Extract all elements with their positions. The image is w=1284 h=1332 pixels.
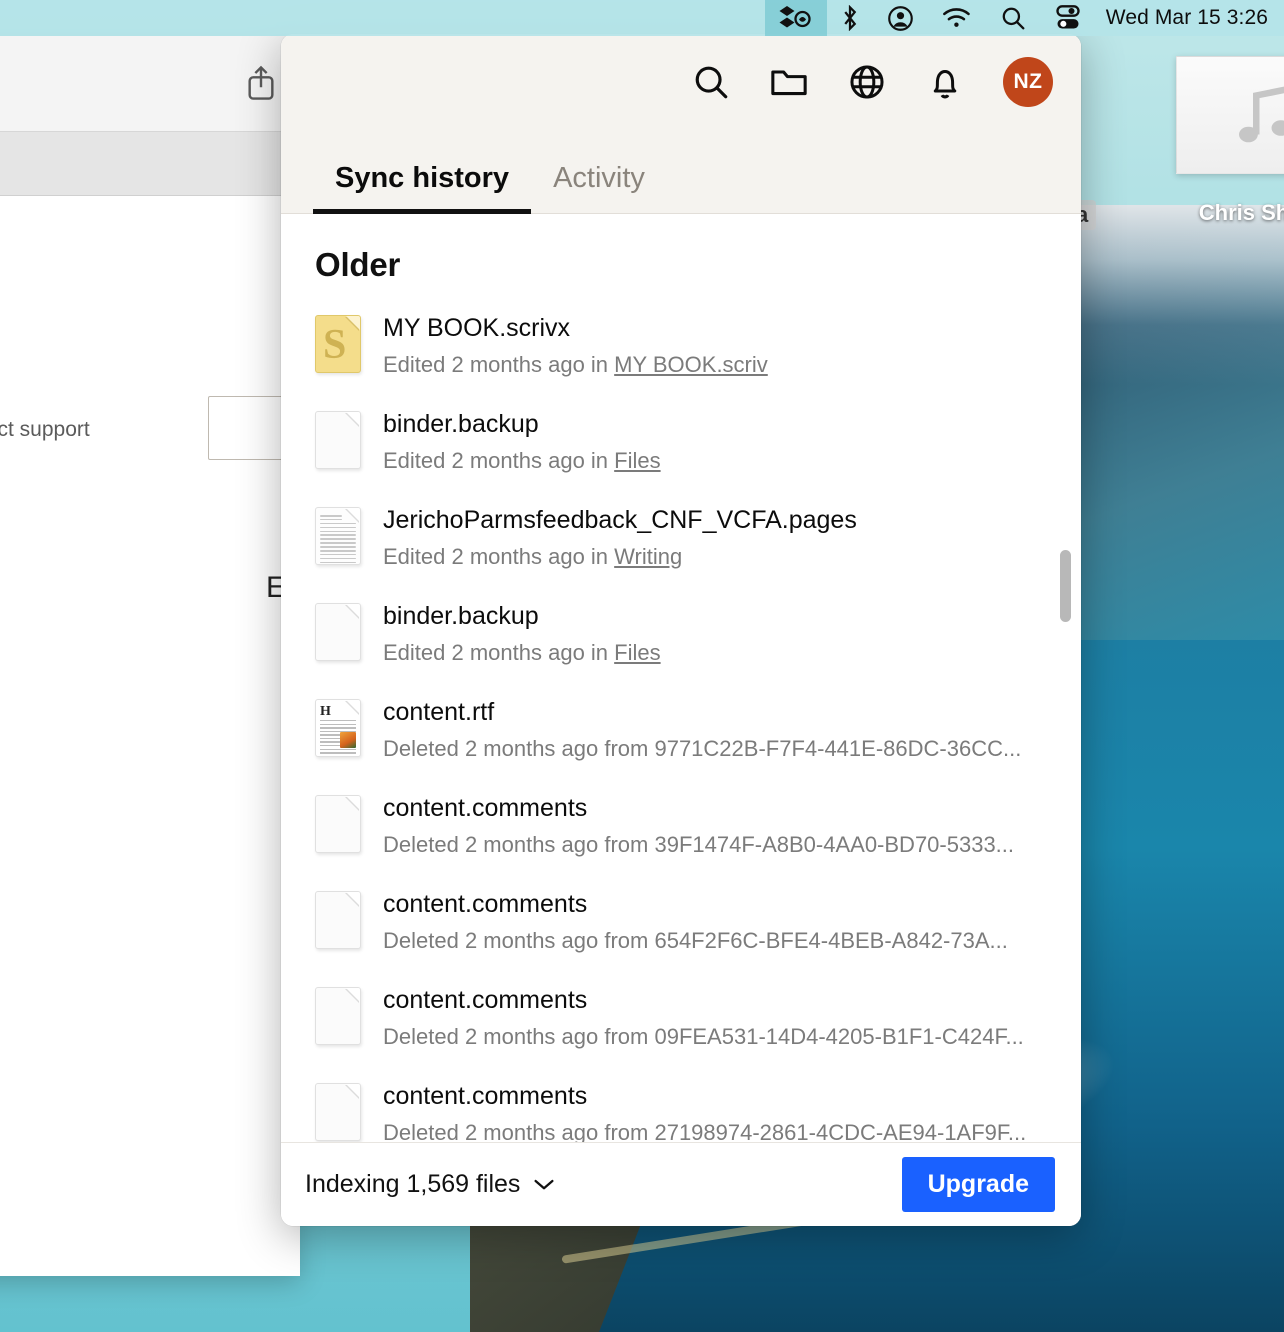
list-item[interactable]: content.comments Deleted 2 months ago fr… (281, 974, 1081, 1070)
list-item[interactable]: H content.rtf Deleted 2 months ago from … (281, 686, 1081, 782)
bluetooth-icon[interactable] (827, 0, 873, 36)
file-name: binder.backup (383, 602, 539, 630)
desktop-file-icon[interactable]: Chris Shultz. (1176, 56, 1284, 226)
section-header-older: Older (315, 246, 401, 283)
music-note-icon (1176, 56, 1284, 174)
dropbox-menu-icon[interactable] (764, 0, 827, 36)
file-meta: Edited 2 months ago in Files (383, 448, 1047, 474)
file-action: Edited 2 months ago in (383, 352, 615, 377)
file-location-link[interactable]: Files (614, 448, 660, 473)
background-window-body: tact support Si E (0, 196, 300, 1276)
scrivener-file-icon: S (315, 315, 361, 373)
file-meta: Deleted 2 months ago from 654F2F6C-BFE4-… (383, 928, 1008, 953)
tab-sync-history[interactable]: Sync history (313, 162, 532, 214)
contact-support-text[interactable]: tact support (0, 418, 90, 442)
background-window-subbar (0, 132, 300, 196)
generic-file-icon (315, 987, 361, 1045)
upgrade-button[interactable]: Upgrade (901, 1157, 1055, 1212)
share-icon[interactable] (244, 64, 278, 107)
generic-file-icon (315, 1083, 361, 1141)
file-meta: Deleted 2 months ago from 09FEA531-14D4-… (383, 1024, 1024, 1049)
tab-activity[interactable]: Activity (531, 162, 667, 213)
file-meta: Deleted 2 months ago from 9771C22B-F7F4-… (383, 736, 1022, 761)
folder-icon[interactable] (769, 62, 809, 102)
file-name: content.rtf (383, 698, 495, 726)
file-name: JerichoParmsfeedback_CNF_VCFA.pages (383, 506, 857, 534)
macos-menu-bar: Wed Mar 15 3:26 (0, 0, 1284, 36)
menu-bar-clock[interactable]: Wed Mar 15 3:26 (1096, 6, 1274, 30)
file-meta: Deleted 2 months ago from 27198974-2861-… (383, 1120, 1027, 1142)
indexing-status-label: Indexing 1,569 files (305, 1170, 521, 1198)
generic-file-icon (315, 411, 361, 469)
avatar[interactable]: NZ (1003, 57, 1053, 107)
sync-history-list: Older S MY BOOK.scrivx Edited 2 months a… (281, 214, 1081, 1142)
background-app-window[interactable]: tact support Si E (0, 36, 300, 1276)
popup-footer: Indexing 1,569 files Upgrade (281, 1142, 1081, 1226)
file-action: Edited 2 months ago in (383, 448, 615, 473)
search-icon[interactable] (691, 62, 731, 102)
list-item[interactable]: JerichoParmsfeedback_CNF_VCFA.pages Edit… (281, 494, 1081, 590)
globe-icon[interactable] (847, 62, 887, 102)
control-center-icon[interactable] (1040, 0, 1096, 36)
list-item[interactable]: content.comments Deleted 2 months ago fr… (281, 782, 1081, 878)
file-location-link[interactable]: Files (614, 640, 660, 665)
file-location-link[interactable]: Writing (614, 544, 682, 569)
file-location-link[interactable]: MY BOOK.scriv (614, 352, 768, 377)
list-item[interactable]: binder.backup Edited 2 months ago in Fil… (281, 590, 1081, 686)
desktop-file-label: Chris Shultz. (1198, 200, 1284, 225)
pages-file-icon (315, 507, 361, 565)
list-item[interactable]: content.comments Deleted 2 months ago fr… (281, 878, 1081, 974)
file-action: Edited 2 months ago in (383, 544, 615, 569)
indexing-status[interactable]: Indexing 1,569 files (305, 1170, 556, 1199)
file-action: Edited 2 months ago in (383, 640, 615, 665)
file-meta: Edited 2 months ago in MY BOOK.scriv (383, 352, 1047, 378)
file-meta: Edited 2 months ago in Writing (383, 544, 1047, 570)
spotlight-search-icon[interactable] (986, 0, 1040, 36)
file-name: MY BOOK.scrivx (383, 314, 571, 342)
popup-header: NZ Sync history Activity (281, 34, 1081, 214)
generic-file-icon (315, 603, 361, 661)
popup-tabs: Sync history Activity (281, 130, 1081, 214)
background-window-toolbar (0, 36, 300, 132)
list-item[interactable]: S MY BOOK.scrivx Edited 2 months ago in … (281, 302, 1081, 398)
scrollbar-thumb[interactable] (1060, 550, 1071, 622)
bell-icon[interactable] (925, 62, 965, 102)
dropbox-popup-panel: NZ Sync history Activity Older S MY BOOK… (281, 34, 1081, 1226)
list-scrollbar[interactable] (1058, 214, 1072, 1142)
file-name: content.comments (383, 986, 588, 1014)
file-name: content.comments (383, 1082, 588, 1110)
list-item[interactable]: binder.backup Edited 2 months ago in Fil… (281, 398, 1081, 494)
chevron-down-icon[interactable] (532, 1170, 556, 1199)
rtf-file-icon: H (315, 699, 361, 757)
file-name: content.comments (383, 890, 588, 918)
popup-toolbar: NZ (281, 34, 1081, 130)
wifi-icon[interactable] (928, 0, 986, 36)
list-item[interactable]: content.comments Deleted 2 months ago fr… (281, 1070, 1081, 1142)
file-name: content.comments (383, 794, 588, 822)
file-meta: Deleted 2 months ago from 39F1474F-A8B0-… (383, 832, 1015, 857)
file-name: binder.backup (383, 410, 539, 438)
generic-file-icon (315, 795, 361, 853)
sync-history-list-container: Older S MY BOOK.scrivx Edited 2 months a… (281, 214, 1081, 1142)
file-meta: Edited 2 months ago in Files (383, 640, 1047, 666)
generic-file-icon (315, 891, 361, 949)
user-account-icon[interactable] (873, 0, 928, 36)
